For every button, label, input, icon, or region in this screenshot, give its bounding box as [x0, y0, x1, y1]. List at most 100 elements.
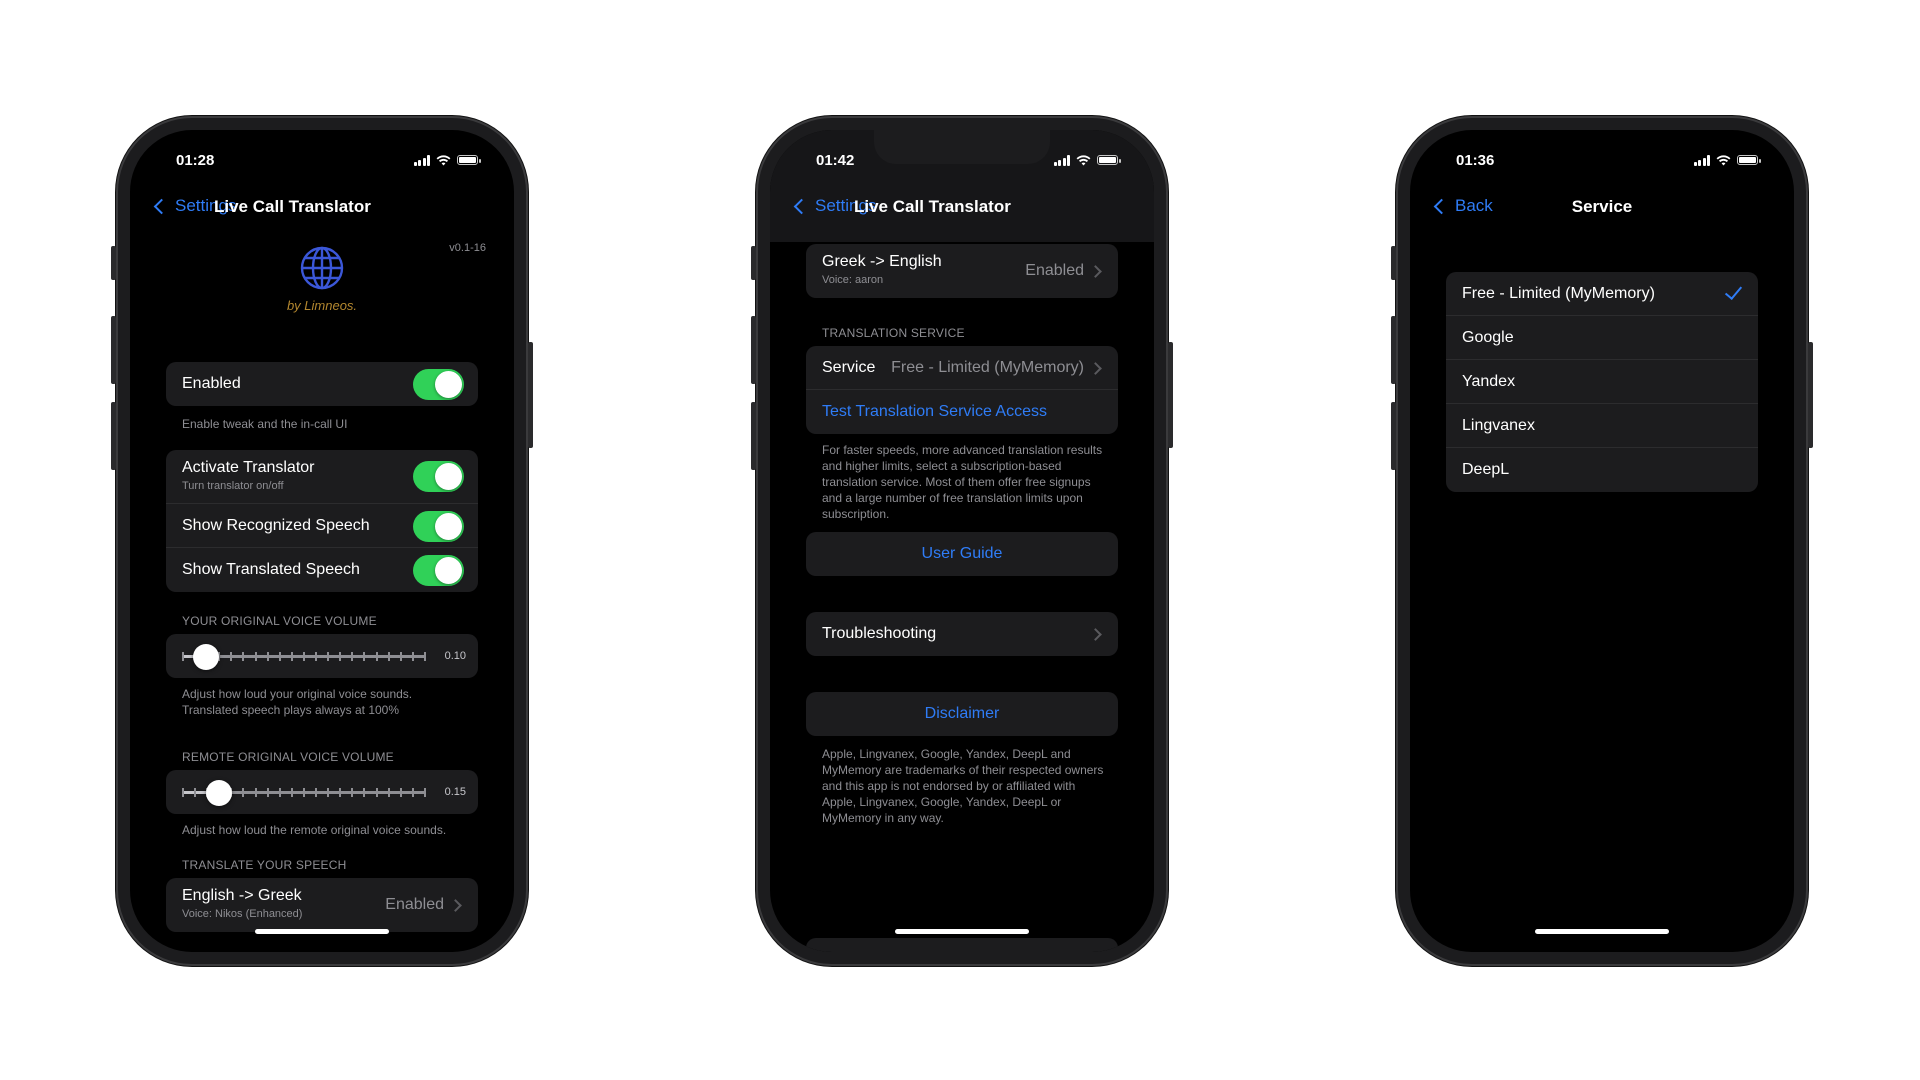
enabled-group: Enabled [166, 362, 478, 406]
next-group-peek [806, 938, 1118, 952]
service-option-label: Free - Limited (MyMemory) [1462, 285, 1655, 302]
service-option-label: Yandex [1462, 373, 1516, 390]
toggles-group: Activate Translator Turn translator on/o… [166, 450, 478, 592]
dynamic-island [270, 140, 374, 168]
status-icons [1693, 154, 1761, 166]
language-row[interactable]: Greek -> English Voice: aaron Enabled [806, 244, 1118, 298]
troubleshooting-row[interactable]: Troubleshooting [806, 612, 1118, 656]
notch [874, 130, 1050, 164]
test-service-row[interactable]: Test Translation Service Access [806, 390, 1118, 434]
enabled-footer: Enable tweak and the in-call UI [182, 417, 348, 431]
chevron-right-icon [449, 899, 462, 912]
translate-speech-status: Enabled [385, 896, 444, 913]
translation-service-footer: For faster speeds, more advanced transla… [822, 443, 1103, 521]
activate-translator-sublabel: Turn translator on/off [182, 480, 284, 492]
page-title: Live Call Translator [214, 197, 371, 216]
author-byline: by Limneos. [286, 298, 358, 313]
silent-switch [111, 246, 116, 280]
home-indicator[interactable] [895, 929, 1029, 934]
app-logo [130, 244, 514, 297]
remote-volume-slider[interactable] [205, 780, 232, 806]
page-title: Service [1571, 197, 1633, 216]
volume-down-button [1391, 402, 1396, 470]
activate-translator-row[interactable]: Activate Translator Turn translator on/o… [166, 450, 478, 504]
translate-speech-header: TRANSLATE YOUR SPEECH [182, 858, 347, 872]
service-label: Service [822, 359, 876, 376]
silent-switch [1391, 246, 1396, 280]
remote-volume-value: 0.15 [444, 786, 466, 798]
volume-up-button [111, 316, 116, 384]
service-option-lingvanex[interactable]: Lingvanex [1446, 404, 1758, 448]
disclaimer-footer: Apple, Lingvanex, Google, Yandex, DeepL … [822, 747, 1104, 825]
chevron-right-icon [1089, 628, 1102, 641]
signal-icon [1053, 154, 1070, 166]
service-row[interactable]: Service Free - Limited (MyMemory) [806, 346, 1118, 390]
test-service-link[interactable]: Test Translation Service Access [822, 403, 1047, 421]
language-group: Greek -> English Voice: aaron Enabled [806, 244, 1118, 298]
service-option-label: Google [1462, 329, 1514, 346]
show-recognized-speech-label: Show Recognized Speech [182, 517, 370, 534]
power-button [1808, 342, 1813, 448]
phone-settings-main: 01:28 Settings Live Call Translator v0.1… [111, 116, 533, 966]
service-option-label: DeepL [1462, 461, 1510, 478]
signal-icon [1693, 154, 1710, 166]
wifi-icon [1076, 154, 1091, 165]
wifi-icon [1716, 154, 1731, 165]
translate-speech-group: English -> Greek Voice: Nikos (Enhanced)… [166, 878, 478, 932]
status-time: 01:36 [1456, 152, 1495, 169]
show-recognized-speech-row[interactable]: Show Recognized Speech [166, 504, 478, 548]
status-icons [413, 154, 481, 166]
show-recognized-speech-toggle[interactable] [413, 511, 464, 542]
remote-volume-group: 0.15 [166, 770, 478, 814]
show-translated-speech-toggle[interactable] [413, 555, 464, 586]
dynamic-island [1550, 140, 1654, 168]
disclaimer-label: Disclaimer [924, 705, 1000, 722]
user-guide-button[interactable]: User Guide [806, 532, 1118, 576]
volume-up-button [1391, 316, 1396, 384]
user-guide-label: User Guide [921, 545, 1003, 562]
status-time: 01:42 [816, 152, 855, 169]
enabled-toggle[interactable] [413, 369, 464, 400]
silent-switch [751, 246, 756, 280]
service-option-mymemory[interactable]: Free - Limited (MyMemory) [1446, 272, 1758, 316]
show-translated-speech-row[interactable]: Show Translated Speech [166, 548, 478, 592]
original-volume-value: 0.10 [444, 650, 466, 662]
wifi-icon [436, 154, 451, 165]
power-button [528, 342, 533, 448]
translate-speech-voice: Voice: Nikos (Enhanced) [182, 908, 303, 920]
screen: 01:28 Settings Live Call Translator v0.1… [130, 130, 514, 952]
translate-speech-label: English -> Greek [182, 887, 302, 904]
signal-icon [413, 154, 430, 166]
troubleshooting-group: Troubleshooting [806, 612, 1118, 656]
globe-icon [300, 246, 344, 290]
screen: 01:42 Settings Live Call Translator Gree… [770, 130, 1154, 952]
service-option-google[interactable]: Google [1446, 316, 1758, 360]
enabled-label: Enabled [182, 375, 241, 392]
service-option-deepl[interactable]: DeepL [1446, 448, 1758, 492]
disclaimer-button[interactable]: Disclaimer [806, 692, 1118, 736]
status-time: 01:28 [176, 152, 215, 169]
original-volume-group: 0.10 [166, 634, 478, 678]
volume-down-button [751, 402, 756, 470]
troubleshooting-label: Troubleshooting [822, 625, 937, 642]
enabled-row[interactable]: Enabled [166, 362, 478, 406]
service-option-label: Lingvanex [1462, 417, 1535, 434]
page-title: Live Call Translator [854, 197, 1011, 216]
translate-speech-row[interactable]: English -> Greek Voice: Nikos (Enhanced)… [166, 878, 478, 932]
home-indicator[interactable] [255, 929, 389, 934]
translation-service-header: TRANSLATION SERVICE [822, 326, 965, 340]
show-translated-speech-label: Show Translated Speech [182, 561, 360, 578]
chevron-right-icon [1089, 362, 1102, 375]
battery-icon [1097, 155, 1121, 165]
language-status: Enabled [1025, 262, 1084, 279]
activate-translator-label: Activate Translator [182, 459, 315, 476]
original-volume-header: YOUR ORIGINAL VOICE VOLUME [182, 614, 377, 628]
home-indicator[interactable] [1535, 929, 1669, 934]
activate-translator-toggle[interactable] [413, 461, 464, 492]
service-option-yandex[interactable]: Yandex [1446, 360, 1758, 404]
phone-translation-service: 01:42 Settings Live Call Translator Gree… [751, 116, 1173, 966]
power-button [1168, 342, 1173, 448]
original-volume-slider[interactable] [193, 644, 220, 670]
phone-service-picker: 01:36 Back Service Free - Limited (MyMem… [1391, 116, 1813, 966]
language-voice: Voice: aaron [822, 274, 884, 286]
